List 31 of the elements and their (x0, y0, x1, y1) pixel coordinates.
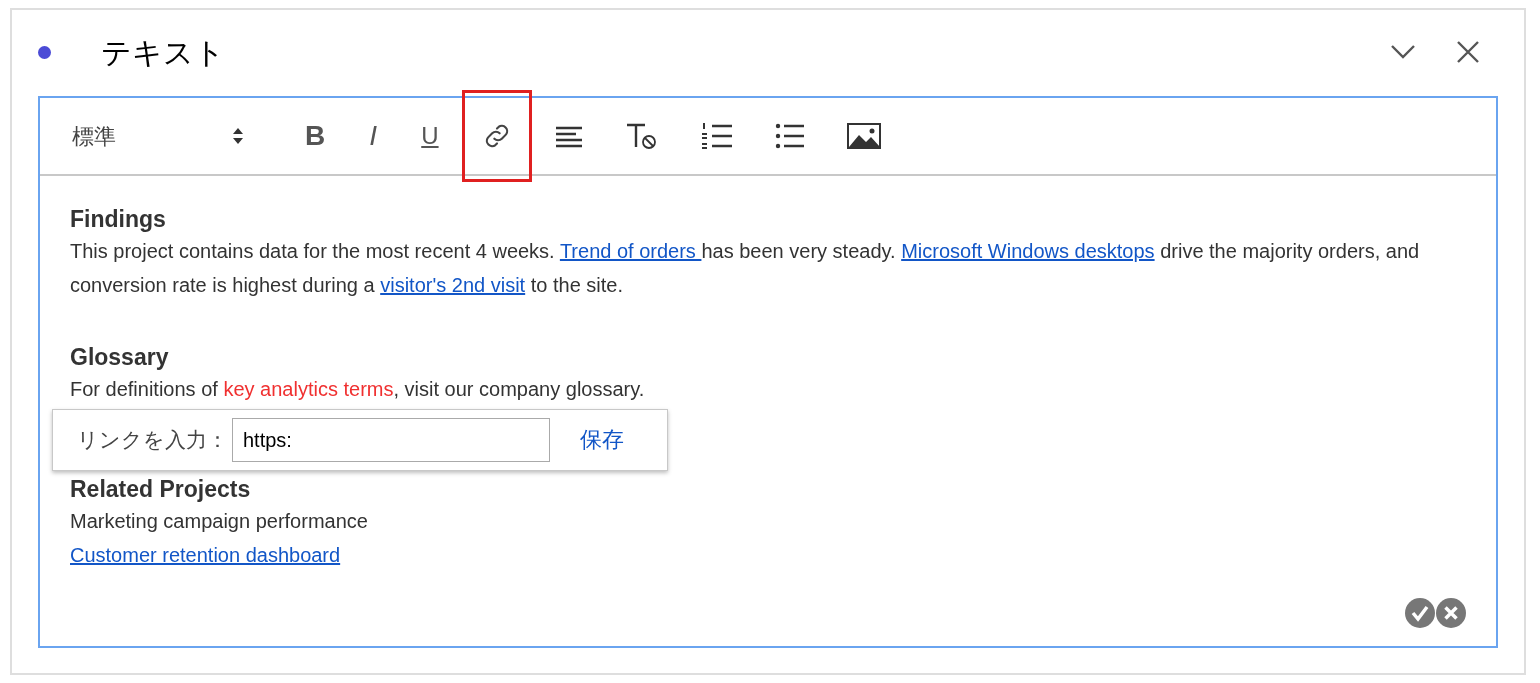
panel-title: テキスト (101, 34, 225, 71)
text-link[interactable]: Customer retention dashboard (70, 544, 341, 566)
close-icon (1456, 40, 1480, 64)
up-down-icon (232, 127, 244, 145)
underline-button-label: U (421, 121, 439, 151)
text-link[interactable]: visitor's 2nd visit (380, 274, 526, 296)
paragraph: This project contains data for the most recent 4 weeks. Trend of orders has been very steady. Microsoft Windows desktops drive the majority orders, and conversion rate is highest during a visitor's 2nd visit to the site. (70, 239, 1421, 298)
text-link[interactable]: Trend of orders (559, 240, 702, 262)
numbered-list-icon (700, 121, 733, 151)
clear-format-icon (624, 122, 659, 150)
section-heading: Related Projects (70, 475, 252, 504)
paragraph: Marketing campaign performance (70, 509, 369, 534)
chevron-down-icon (1390, 44, 1416, 60)
link-input[interactable]: https: (232, 418, 550, 462)
bold-button-label: B (305, 119, 326, 153)
style-select[interactable]: 標準 (72, 119, 244, 153)
toolbar-button[interactable]: I (348, 90, 399, 182)
link-label: リンクを入力： (77, 427, 228, 453)
bullet-list-icon (774, 122, 805, 150)
text-link[interactable]: Microsoft Windows desktops (901, 240, 1155, 262)
confirm-icon[interactable] (1405, 598, 1435, 628)
paragraph: For definitions of key analytics terms, visit our company glossary. (70, 377, 646, 402)
italic-button-label: I (369, 119, 378, 153)
save-link-button[interactable]: 保存 (580, 423, 624, 457)
section-heading: Glossary (70, 343, 170, 372)
section-heading: Findings (70, 205, 167, 234)
toolbar-button[interactable]: B (286, 90, 345, 182)
align-left-icon (554, 124, 583, 148)
toolbar-button[interactable]: U (402, 90, 458, 182)
image-icon (846, 123, 881, 149)
cancel-icon[interactable] (1436, 598, 1466, 628)
